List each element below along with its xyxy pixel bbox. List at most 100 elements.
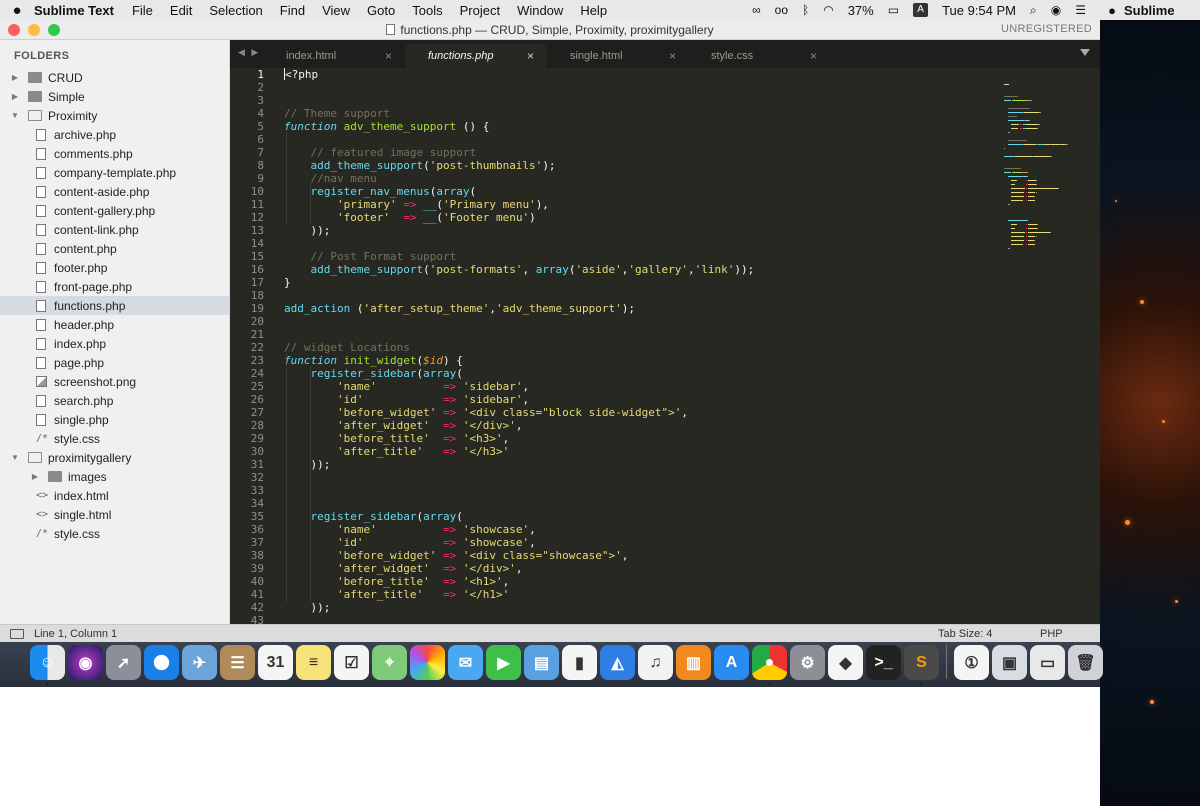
mail-icon[interactable]: ✈ [182, 645, 217, 680]
code-line[interactable]: 'primary' => __('Primary menu'), [284, 198, 549, 211]
wifi-icon[interactable]: ◠ [823, 3, 833, 17]
sidebar-file[interactable]: page.php [0, 353, 229, 372]
siri-menubar-icon[interactable]: ◉ [1051, 3, 1061, 17]
code-line[interactable]: // widget Locations [284, 341, 410, 354]
secondary-app-name[interactable]: Sublime [1124, 3, 1175, 18]
downloads-icon[interactable]: ▭ [1030, 645, 1065, 680]
keynote-preview-icon[interactable]: ▤ [524, 645, 559, 680]
contacts-icon[interactable]: ☰ [220, 645, 255, 680]
finder-icon[interactable]: ☺ [30, 645, 65, 685]
code-line[interactable]: add_theme_support('post-formats', array(… [284, 263, 755, 276]
tab-style-css[interactable]: style.css × [689, 44, 829, 68]
code-line[interactable]: function init_widget($id) { [284, 354, 463, 367]
input-source-icon[interactable]: A [913, 3, 929, 17]
panel-toggle-icon[interactable] [10, 629, 24, 639]
tab-list-chevron-down-icon[interactable] [1080, 49, 1090, 56]
notification-center-icon[interactable]: ☰ [1075, 3, 1086, 17]
tab-single-html[interactable]: single.html × [548, 44, 688, 68]
code-line[interactable]: 'name' => 'sidebar', [284, 380, 529, 393]
maps-icon[interactable]: ⌖ [372, 645, 407, 680]
code-editor[interactable]: 1 2 3 4 5 6 7 8 9 10 11 12 13 14 15 16 17 18 19 20 21 22 23 24 2… [230, 68, 1100, 624]
code-line[interactable]: register_nav_menus(array( [284, 185, 477, 198]
minimap[interactable] [1004, 84, 1068, 254]
code-line[interactable]: 'before_title' => '<h3>', [284, 432, 509, 445]
code-line[interactable]: )); [284, 224, 331, 237]
code-line[interactable]: 'after_widget' => '</div>', [284, 562, 522, 575]
battery-icon[interactable]: ▭ [888, 3, 899, 17]
window-titlebar[interactable]: functions.php — CRUD, Simple, Proximity,… [0, 20, 1100, 40]
photos-icon[interactable] [410, 645, 445, 680]
tab-size-selector[interactable]: Tab Size: 4 [938, 628, 992, 640]
notes-icon[interactable]: ≡ [296, 645, 331, 680]
chrome-icon[interactable]: ● [752, 645, 787, 685]
menu-help[interactable]: Help [580, 3, 607, 18]
sidebar-file[interactable]: content.php [0, 239, 229, 258]
disclosure-expanded-icon[interactable]: ▼ [10, 453, 20, 462]
tab-close-icon[interactable]: × [527, 49, 534, 63]
code-line[interactable]: <?php [284, 68, 318, 81]
code-line[interactable]: 'before_widget' => '<div class="showcase… [284, 549, 628, 562]
code-line[interactable]: } [284, 276, 291, 289]
apple-menu-icon[interactable]: ● [1100, 3, 1124, 18]
app-menu[interactable]: Sublime Text [34, 3, 114, 18]
sidebar-folder[interactable]: ▼ proximitygallery [0, 448, 229, 467]
sidebar-file[interactable]: content-gallery.php [0, 201, 229, 220]
spotlight-icon[interactable]: ⌕ [1030, 3, 1037, 18]
disclosure-collapsed-icon[interactable]: ▶ [30, 472, 40, 481]
sidebar-folder[interactable]: ▶ Simple [0, 87, 229, 106]
syntax-selector[interactable]: PHP [1040, 628, 1063, 640]
siri-icon[interactable]: ◉ [68, 645, 103, 680]
code-line[interactable]: 'id' => 'showcase', [284, 536, 536, 549]
tab-close-icon[interactable]: × [385, 49, 392, 63]
code-line[interactable]: 'id' => 'sidebar', [284, 393, 529, 406]
tab-close-icon[interactable]: × [810, 49, 817, 63]
messages-icon[interactable]: ✉ [448, 645, 483, 680]
facetime-icon[interactable]: ▶ [486, 645, 521, 680]
menu-find[interactable]: Find [280, 3, 305, 18]
reminders-icon[interactable]: ☑ [334, 645, 369, 680]
launchpad-icon[interactable]: ➚ [106, 645, 141, 680]
disclosure-collapsed-icon[interactable]: ▶ [10, 73, 20, 82]
code-line[interactable]: function adv_theme_support () { [284, 120, 489, 133]
unity-icon[interactable]: ◆ [828, 645, 863, 680]
sidebar-file[interactable]: content-link.php [0, 220, 229, 239]
cursor-position[interactable]: Line 1, Column 1 [34, 628, 117, 640]
tab-close-icon[interactable]: × [669, 49, 676, 63]
code-line[interactable]: )); [284, 458, 331, 471]
sidebar-folder[interactable]: ▶ CRUD [0, 68, 229, 87]
sidebar-file[interactable]: screenshot.png [0, 372, 229, 391]
sublime-text-icon[interactable]: S [904, 645, 939, 685]
sidebar-file[interactable]: /* style.css [0, 429, 229, 448]
disclosure-collapsed-icon[interactable]: ▶ [10, 92, 20, 101]
glasses-icon[interactable]: oo [775, 3, 788, 17]
menu-edit[interactable]: Edit [170, 3, 192, 18]
sidebar-file[interactable]: footer.php [0, 258, 229, 277]
menu-window[interactable]: Window [517, 3, 563, 18]
menubar-clock[interactable]: Tue 9:54 PM [942, 3, 1016, 18]
sidebar-file[interactable]: header.php [0, 315, 229, 334]
terminal-icon[interactable]: >_ [866, 645, 901, 680]
code-line[interactable]: 'after_title' => '</h3>' [284, 445, 509, 458]
sidebar-file[interactable]: functions.php [0, 296, 229, 315]
menu-file[interactable]: File [132, 3, 153, 18]
sidebar-file[interactable]: <> single.html [0, 505, 229, 524]
sidebar-file[interactable]: /* style.css [0, 524, 229, 543]
code-line[interactable]: 'before_widget' => '<div class="block si… [284, 406, 688, 419]
tab-functions-php[interactable]: functions.php × [406, 44, 546, 68]
code-line[interactable]: add_theme_support('post-thumbnails'); [284, 159, 556, 172]
menu-goto[interactable]: Goto [367, 3, 395, 18]
sidebar-folder[interactable]: ▼ Proximity [0, 106, 229, 125]
menu-view[interactable]: View [322, 3, 350, 18]
bluetooth-icon[interactable]: ᛒ [802, 3, 809, 17]
disclosure-expanded-icon[interactable]: ▼ [10, 111, 20, 120]
sidebar-file[interactable]: archive.php [0, 125, 229, 144]
sidebar-file[interactable]: index.php [0, 334, 229, 353]
sidebar-file[interactable]: content-aside.php [0, 182, 229, 201]
sidebar-file[interactable]: search.php [0, 391, 229, 410]
sidebar-file[interactable]: single.php [0, 410, 229, 429]
tab-index-html[interactable]: index.html × [264, 44, 404, 68]
creative-cloud-icon[interactable]: ∞ [752, 3, 761, 17]
battery-percent[interactable]: 37% [848, 3, 874, 18]
menu-tools[interactable]: Tools [412, 3, 442, 18]
code-line[interactable]: //nav menu [284, 172, 377, 185]
